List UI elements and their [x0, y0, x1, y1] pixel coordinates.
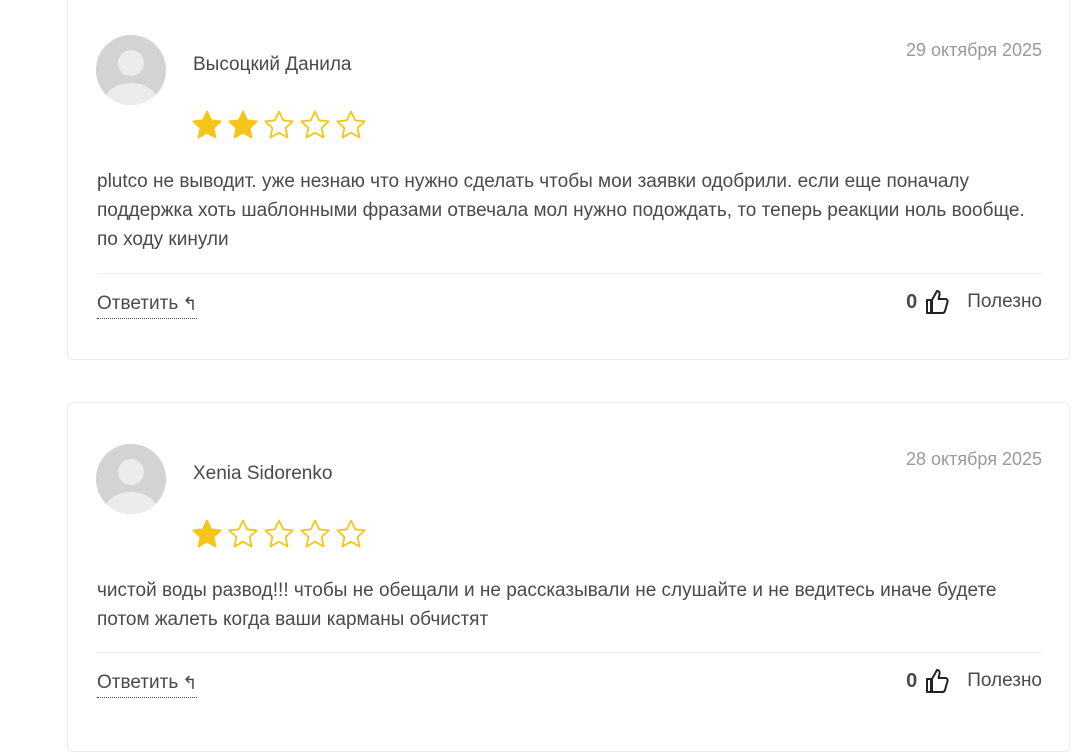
- reply-label: Ответить: [97, 672, 179, 693]
- helpful-vote: 0 Полезно: [906, 289, 1042, 315]
- review-card: Высоцкий Данила 29 октября 2025 plutco н…: [67, 0, 1070, 360]
- review-date: 29 октября 2025: [905, 40, 1042, 60]
- user-avatar-placeholder-icon: [96, 444, 166, 514]
- helpful-button[interactable]: Полезно: [967, 670, 1042, 692]
- review-card: Xenia Sidorenko 28 октября 2025 чистой в…: [67, 402, 1070, 752]
- review-author: Высоцкий Данила: [193, 54, 352, 75]
- review-text: чистой воды развод!!! чтобы не обещали и…: [97, 580, 997, 630]
- helpful-vote: 0 Полезно: [906, 668, 1042, 694]
- star-rating: [191, 518, 367, 550]
- review-text: plutco не выводит. уже незнаю что нужно …: [97, 171, 1025, 250]
- helpful-button[interactable]: Полезно: [967, 291, 1042, 313]
- divider: [97, 273, 1042, 274]
- star-filled-icon: [192, 519, 222, 548]
- star-filled-icon: [192, 110, 222, 139]
- star-empty-icon: [336, 519, 366, 548]
- star-empty-icon: [264, 110, 294, 139]
- like-count: 0: [906, 669, 918, 692]
- review-author: Xenia Sidorenko: [193, 463, 333, 484]
- user-avatar-placeholder-icon: [96, 35, 166, 105]
- star-filled-icon: [228, 110, 258, 139]
- reply-arrow-icon: ↰: [182, 294, 198, 314]
- avatar: [96, 444, 166, 514]
- star-rating: [191, 109, 367, 141]
- reply-button[interactable]: Ответить ↰: [97, 293, 198, 319]
- star-empty-icon: [336, 110, 366, 139]
- review-date: 28 октября 2025: [905, 449, 1042, 469]
- star-empty-icon: [228, 519, 258, 548]
- star-empty-icon: [300, 519, 330, 548]
- reply-label: Ответить: [97, 293, 179, 314]
- star-empty-icon: [264, 519, 294, 548]
- thumbs-up-icon[interactable]: [925, 289, 949, 315]
- divider: [97, 652, 1042, 653]
- star-empty-icon: [300, 110, 330, 139]
- reply-button[interactable]: Ответить ↰: [97, 672, 198, 698]
- like-count: 0: [906, 290, 918, 313]
- avatar: [96, 35, 166, 105]
- reply-arrow-icon: ↰: [182, 673, 198, 693]
- thumbs-up-icon[interactable]: [925, 668, 949, 694]
